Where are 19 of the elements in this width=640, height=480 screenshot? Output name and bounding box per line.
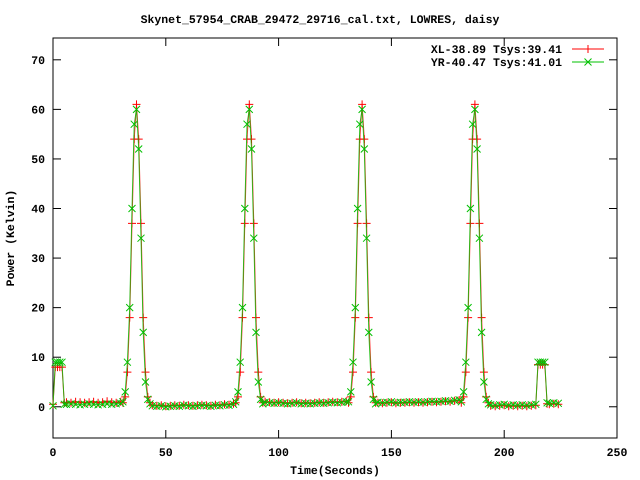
y-tick-label: 40 [31, 204, 45, 216]
chart-title: Skynet_57954_CRAB_29472_29716_cal.txt, LOWRES, daisy [140, 14, 500, 27]
y-tick-label: 0 [38, 402, 45, 415]
x-tick-label: 100 [268, 447, 289, 460]
legend-label: XL-38.89 Tsys:39.41 [430, 44, 562, 57]
x-tick-label: 0 [50, 447, 56, 460]
y-tick-label: 10 [31, 352, 45, 366]
y-tick-label: 50 [31, 154, 45, 167]
x-tick-label: 250 [606, 447, 628, 460]
y-tick-label: 30 [31, 253, 45, 266]
y-tick-label: 70 [31, 54, 45, 68]
y-tick-label: 20 [31, 302, 45, 316]
legend-label: YR-40.47 Tsys:41.01 [430, 57, 562, 70]
y-axis-label: Power (Kelvin) [5, 190, 18, 286]
x-tick-label: 50 [158, 447, 173, 460]
x-axis-label: Time(Seconds) [290, 465, 380, 478]
y-tick-label: 60 [31, 104, 45, 118]
x-tick-label: 200 [494, 447, 515, 460]
x-tick-label: 150 [381, 447, 402, 460]
